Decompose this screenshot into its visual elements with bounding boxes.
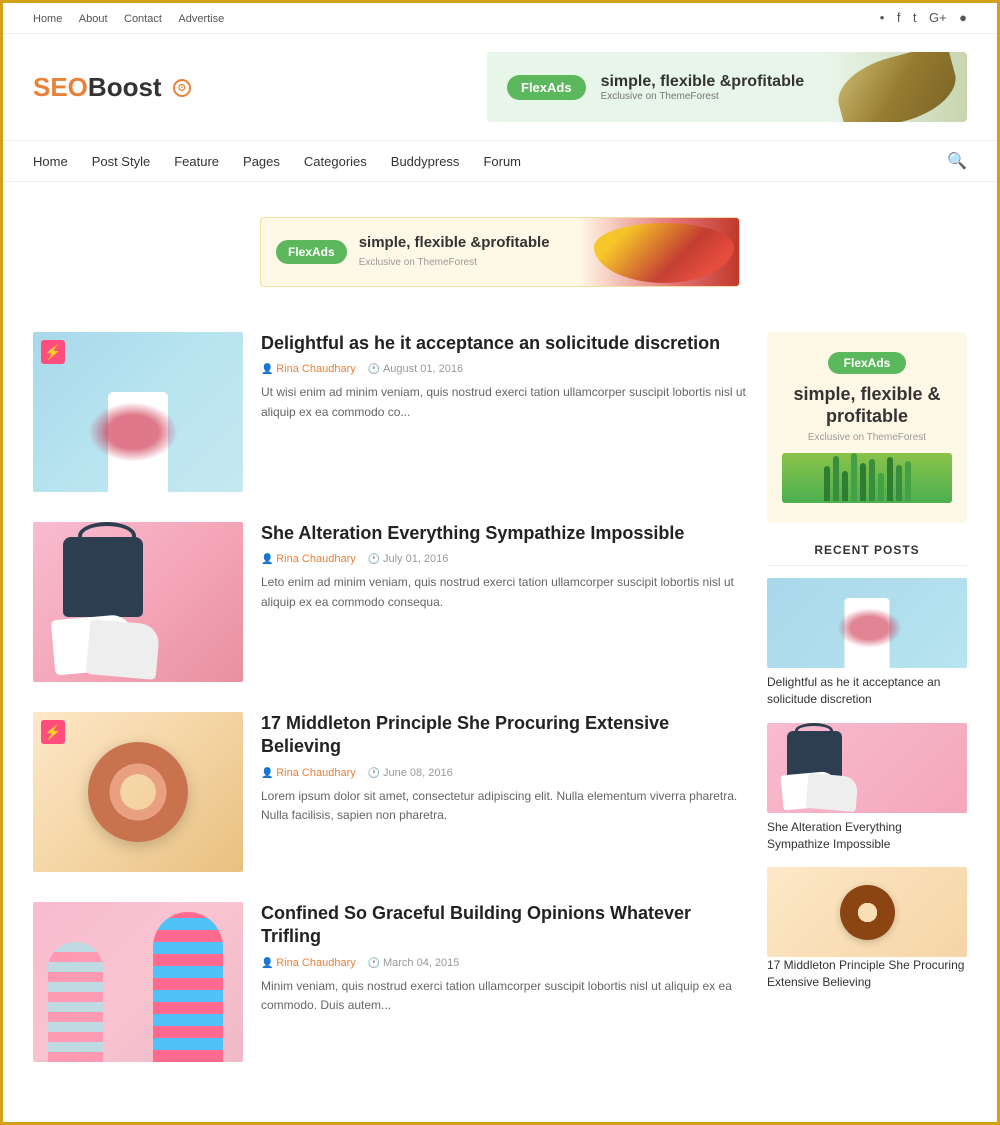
leaf-shape (831, 52, 964, 122)
header-ad: FlexAds simple, flexible &profitable Exc… (487, 52, 967, 122)
post-card-3: ⚡ 17 Middleton Principle She Procuring E… (33, 712, 747, 872)
topbar-contact[interactable]: Contact (124, 13, 162, 25)
logo-seo: SEO (33, 72, 88, 102)
post-title-3[interactable]: 17 Middleton Principle She Procuring Ext… (261, 712, 747, 759)
topbar-about[interactable]: About (79, 13, 108, 25)
banner-ad: FlexAds simple, flexible &profitable Exc… (260, 217, 740, 287)
post-meta-4: Rina Chaudhary March 04, 2015 (261, 957, 747, 969)
nav-feature[interactable]: Feature (174, 154, 219, 169)
post-thumbnail-3[interactable]: ⚡ (33, 712, 243, 872)
main-content: ⚡ Delightful as he it acceptance an soli… (33, 332, 747, 1092)
grass-decoration (782, 453, 952, 503)
sidebar-flexads-btn[interactable]: FlexAds (828, 352, 907, 374)
post-excerpt-1: Ut wisi enim ad minim veniam, quis nostr… (261, 383, 747, 421)
recent-post-1[interactable]: Delightful as he it acceptance an solici… (767, 578, 967, 708)
recent-post-thumb-1 (767, 578, 967, 668)
post-info-3: 17 Middleton Principle She Procuring Ext… (243, 712, 747, 872)
nav-pages[interactable]: Pages (243, 154, 280, 169)
post-excerpt-2: Leto enim ad minim veniam, quis nostrud … (261, 573, 747, 611)
donut-shape (88, 742, 188, 842)
post-card: ⚡ Delightful as he it acceptance an soli… (33, 332, 747, 492)
topbar-nav: Home About Contact Advertise (33, 9, 236, 27)
recent-post-thumb-3 (767, 867, 967, 957)
lightning-icon-3: ⚡ (44, 724, 61, 741)
lightning-badge: ⚡ (41, 340, 65, 364)
post-info-2: She Alteration Everything Sympathize Imp… (243, 522, 747, 682)
banner-ad-headline: simple, flexible &profitable (359, 234, 550, 252)
post-meta-2: Rina Chaudhary July 01, 2016 (261, 553, 747, 565)
sidebar-ad: FlexAds simple, flexible &profitable Exc… (767, 332, 967, 523)
post-date-4: March 04, 2015 (368, 957, 460, 969)
topbar-advertise[interactable]: Advertise (178, 13, 224, 25)
post-title-4[interactable]: Confined So Graceful Building Opinions W… (261, 902, 747, 949)
post-info-1: Delightful as he it acceptance an solici… (243, 332, 747, 492)
post-author-1: Rina Chaudhary (261, 363, 356, 375)
header-ad-headline: simple, flexible &profitable (601, 73, 805, 90)
post-date-2: July 01, 2016 (368, 553, 449, 565)
sidebar: FlexAds simple, flexible &profitable Exc… (767, 332, 967, 1092)
post-date-1: August 01, 2016 (368, 363, 463, 375)
banner-ad-image (579, 218, 739, 286)
logo-boost: Boost (88, 72, 162, 102)
logo[interactable]: SEOBoost ⊙ (33, 72, 191, 103)
nav-categories[interactable]: Categories (304, 154, 367, 169)
nav-forum[interactable]: Forum (483, 154, 521, 169)
post-author-4: Rina Chaudhary (261, 957, 356, 969)
recent-post-thumb-2 (767, 723, 967, 813)
header-ad-text: simple, flexible &profitable Exclusive o… (601, 72, 805, 102)
post-thumbnail-4[interactable]: watermark (33, 902, 243, 1062)
post-thumbnail-2[interactable] (33, 522, 243, 682)
post-thumbnail-1[interactable]: ⚡ (33, 332, 243, 492)
googleplus-icon[interactable]: G+ (929, 10, 947, 25)
recent-post-2[interactable]: She Alteration Everything Sympathize Imp… (767, 723, 967, 853)
recent-post-title-1: Delightful as he it acceptance an solici… (767, 674, 967, 708)
topbar-home[interactable]: Home (33, 13, 62, 25)
post-excerpt-4: Minim veniam, quis nostrud exerci tation… (261, 977, 747, 1015)
recent-post-title-3: 17 Middleton Principle She Procuring Ext… (767, 957, 967, 991)
facebook-icon[interactable]: f (897, 10, 901, 25)
sidebar-ad-headline: simple, flexible &profitable (782, 384, 952, 427)
post-author-2: Rina Chaudhary (261, 553, 356, 565)
main-nav: Home Post Style Feature Pages Categories… (3, 140, 997, 182)
post-meta-3: Rina Chaudhary June 08, 2016 (261, 767, 747, 779)
twitter-icon[interactable]: t (913, 10, 917, 25)
banner-ad-text: simple, flexible &profitable Exclusive o… (359, 234, 550, 270)
post-title-2[interactable]: She Alteration Everything Sympathize Imp… (261, 522, 747, 545)
search-icon[interactable]: 🔍 (947, 151, 967, 171)
post-info-4: Confined So Graceful Building Opinions W… (243, 902, 747, 1062)
nav-post-style[interactable]: Post Style (92, 154, 151, 169)
lightning-icon: ⚡ (44, 344, 61, 361)
header-flexads-btn[interactable]: FlexAds (507, 75, 586, 100)
sidebar-ad-subtext: Exclusive on ThemeForest (782, 432, 952, 443)
instagram-icon[interactable]: ● (959, 10, 967, 25)
social-icons: • f t G+ ● (872, 9, 967, 27)
main-nav-links: Home Post Style Feature Pages Categories… (33, 154, 521, 169)
shoe2-decoration (86, 619, 161, 680)
header-ad-leaf-decoration (827, 52, 967, 122)
donut-icing (96, 750, 180, 834)
recent-post-title-2: She Alteration Everything Sympathize Imp… (767, 819, 967, 853)
recent-posts-section: RECENT POSTS Delightful as he it accepta… (767, 543, 967, 991)
mini-donut-shape (840, 885, 895, 940)
post-author-3: Rina Chaudhary (261, 767, 356, 779)
lightning-badge-3: ⚡ (41, 720, 65, 744)
bag-decoration (63, 537, 143, 617)
logo-bar: SEOBoost ⊙ FlexAds simple, flexible &pro… (3, 34, 997, 140)
banner-flexads-btn[interactable]: FlexAds (276, 240, 347, 264)
post-excerpt-3: Lorem ipsum dolor sit amet, consectetur … (261, 787, 747, 825)
content-wrapper: ⚡ Delightful as he it acceptance an soli… (3, 322, 997, 1122)
banner-ad-subtext: Exclusive on ThemeForest (359, 257, 477, 268)
post-card-4: watermark Confined So Graceful Building … (33, 902, 747, 1062)
rss-icon[interactable]: • (880, 10, 885, 25)
recent-post-3[interactable]: 17 Middleton Principle She Procuring Ext… (767, 867, 967, 991)
header-ad-subtext: Exclusive on ThemeForest (601, 91, 805, 102)
nav-buddypress[interactable]: Buddypress (391, 154, 460, 169)
recent-posts-title: RECENT POSTS (767, 543, 967, 566)
nav-home[interactable]: Home (33, 154, 68, 169)
post-meta-1: Rina Chaudhary August 01, 2016 (261, 363, 747, 375)
post-title-1[interactable]: Delightful as he it acceptance an solici… (261, 332, 747, 355)
post-date-3: June 08, 2016 (368, 767, 453, 779)
top-bar: Home About Contact Advertise • f t G+ ● (3, 3, 997, 34)
post-card-2: She Alteration Everything Sympathize Imp… (33, 522, 747, 682)
